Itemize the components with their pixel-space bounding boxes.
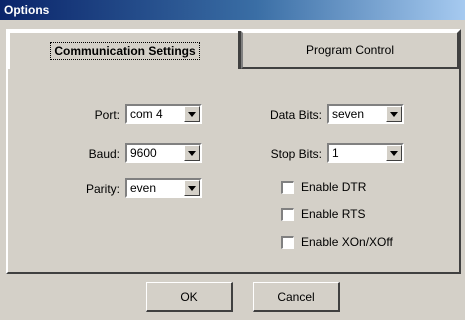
data-bits-label: Data Bits: [269, 108, 322, 122]
data-bits-select[interactable]: seven [327, 104, 404, 124]
cancel-button[interactable]: Cancel [253, 282, 340, 312]
stop-bits-label: Stop Bits: [270, 147, 322, 161]
tab-label: Communication Settings [50, 42, 200, 60]
chevron-down-icon [390, 112, 398, 117]
baud-label: Baud: [88, 147, 120, 161]
data-bits-dropdown-button[interactable] [386, 106, 402, 122]
checkbox-box[interactable] [281, 207, 294, 221]
port-select[interactable]: com 4 [125, 104, 202, 124]
stop-bits-value: 1 [332, 146, 339, 160]
chevron-down-icon [188, 186, 196, 191]
parity-label: Parity: [85, 182, 120, 196]
window-title: Options [4, 3, 50, 17]
tab-communication-settings[interactable]: Communication Settings [8, 31, 240, 69]
window-title-bar[interactable]: Options [0, 0, 465, 20]
chevron-down-icon [188, 151, 196, 156]
chevron-down-icon [390, 151, 398, 156]
parity-select[interactable]: even [125, 178, 202, 198]
tab-program-control[interactable]: Program Control [241, 31, 459, 69]
enable-dtr-checkbox[interactable]: Enable DTR [281, 180, 366, 194]
parity-value: even [130, 181, 157, 195]
chevron-down-icon [188, 112, 196, 117]
enable-xon-xoff-checkbox[interactable]: Enable XOn/XOff [281, 235, 393, 249]
enable-rts-checkbox[interactable]: Enable RTS [281, 207, 365, 221]
checkbox-label: Enable DTR [301, 180, 367, 194]
baud-dropdown-button[interactable] [184, 145, 200, 161]
checkbox-label: Enable XOn/XOff [301, 235, 393, 249]
stop-bits-select[interactable]: 1 [327, 143, 404, 163]
checkbox-box[interactable] [281, 235, 294, 249]
stop-bits-dropdown-button[interactable] [386, 145, 402, 161]
parity-dropdown-button[interactable] [184, 180, 200, 196]
baud-value: 9600 [130, 146, 157, 160]
ok-button[interactable]: OK [146, 282, 233, 312]
checkbox-box[interactable] [281, 180, 294, 194]
data-bits-value: seven [332, 107, 365, 121]
tab-label: Program Control [305, 43, 395, 57]
baud-select[interactable]: 9600 [125, 143, 202, 163]
cancel-button-label: Cancel [277, 289, 315, 304]
checkbox-label: Enable RTS [301, 207, 366, 221]
port-dropdown-button[interactable] [184, 106, 200, 122]
port-value: com 4 [130, 107, 163, 121]
ok-button-label: OK [180, 289, 198, 304]
port-label: Port: [94, 108, 120, 122]
